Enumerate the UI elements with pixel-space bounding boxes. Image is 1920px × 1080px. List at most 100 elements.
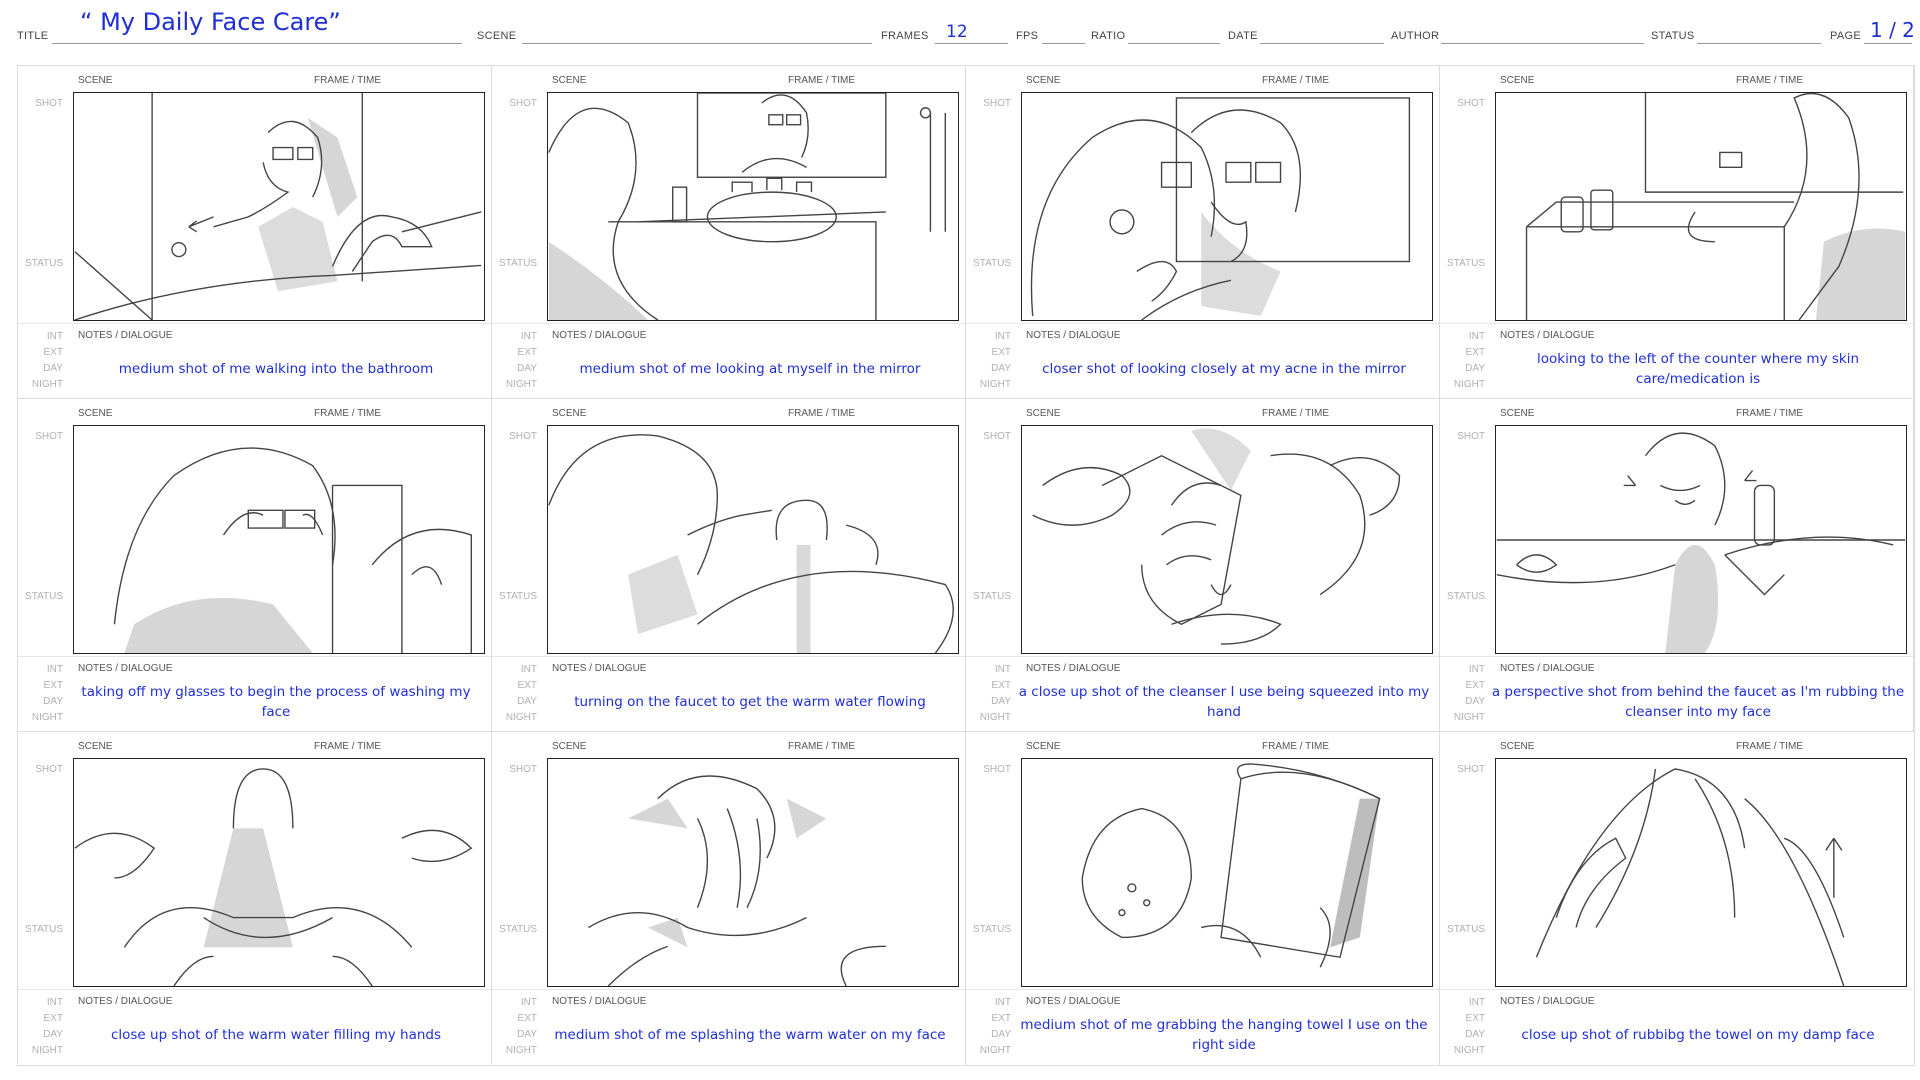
sketch-frame[interactable] bbox=[1495, 425, 1907, 654]
frame-time-label: FRAME / TIME bbox=[1262, 741, 1330, 752]
sketch-rubbing-cleanser bbox=[1496, 432, 1906, 653]
panel-3: SCENE FRAME / TIME SHOT STATUS INT EXT D… bbox=[966, 66, 1440, 399]
frame-time-label: FRAME / TIME bbox=[1736, 75, 1804, 86]
sketch-walking-into-bathroom bbox=[74, 93, 482, 320]
notes-divider bbox=[1440, 656, 1913, 657]
notes-divider bbox=[492, 989, 965, 990]
sketch-frame[interactable] bbox=[1495, 758, 1907, 987]
storyboard-header: TITLE “ My Daily Face Care” SCENE FRAMES… bbox=[0, 0, 1920, 55]
int-label: INT bbox=[1468, 331, 1485, 342]
night-label: NIGHT bbox=[505, 712, 537, 723]
scene-label: SCENE bbox=[552, 75, 587, 86]
ext-label: EXT bbox=[1465, 680, 1485, 691]
ext-label: EXT bbox=[991, 1013, 1011, 1024]
sketch-counter-products bbox=[1525, 93, 1906, 320]
scene-label: SCENE bbox=[552, 741, 587, 752]
sketch-frame[interactable] bbox=[73, 425, 485, 654]
panel-note[interactable]: turning on the faucet to get the warm wa… bbox=[542, 677, 958, 727]
shot-label: SHOT bbox=[509, 431, 537, 442]
sketch-frame[interactable] bbox=[547, 92, 959, 321]
day-label: DAY bbox=[991, 1029, 1011, 1040]
panel-5: SCENE FRAME / TIME SHOT STATUS INT EXT D… bbox=[18, 399, 492, 732]
scene-label: SCENE bbox=[1026, 75, 1061, 86]
day-label: DAY bbox=[1465, 363, 1485, 374]
sketch-frame[interactable] bbox=[73, 758, 485, 987]
sketch-frame[interactable] bbox=[73, 92, 485, 321]
int-label: INT bbox=[520, 331, 537, 342]
panel-note[interactable]: medium shot of me grabbing the hanging t… bbox=[1016, 1010, 1432, 1060]
scene-label: SCENE bbox=[78, 741, 113, 752]
sketch-towel-on-face bbox=[1535, 768, 1845, 986]
int-label: INT bbox=[1468, 664, 1485, 675]
sketch-frame[interactable] bbox=[1021, 425, 1433, 654]
shot-label: SHOT bbox=[983, 431, 1011, 442]
panel-note[interactable]: medium shot of me walking into the bathr… bbox=[68, 344, 484, 394]
notes-label: NOTES / DIALOGUE bbox=[78, 330, 173, 341]
panel-note[interactable]: medium shot of me splashing the warm wat… bbox=[542, 1010, 958, 1060]
page-value[interactable]: 1 / 2 bbox=[1870, 18, 1915, 42]
ext-label: EXT bbox=[991, 680, 1011, 691]
int-label: INT bbox=[994, 997, 1011, 1008]
ext-label: EXT bbox=[1465, 1013, 1485, 1024]
notes-divider bbox=[492, 656, 965, 657]
status-label: STATUS bbox=[499, 591, 537, 602]
panel-note[interactable]: closer shot of looking closely at my acn… bbox=[1016, 344, 1432, 394]
frame-time-label: FRAME / TIME bbox=[1736, 741, 1804, 752]
status-label: STATUS bbox=[1447, 591, 1485, 602]
ratio-underline[interactable] bbox=[1128, 43, 1220, 44]
frame-time-label: FRAME / TIME bbox=[314, 741, 382, 752]
frames-underline bbox=[935, 43, 1008, 44]
notes-divider bbox=[18, 323, 491, 324]
notes-label: NOTES / DIALOGUE bbox=[78, 663, 173, 674]
shot-label: SHOT bbox=[509, 764, 537, 775]
panel-note[interactable]: looking to the left of the counter where… bbox=[1490, 344, 1906, 394]
panel-1: SCENE FRAME / TIME SHOT STATUS INT EXT D… bbox=[18, 66, 492, 399]
night-label: NIGHT bbox=[979, 712, 1011, 723]
ext-label: EXT bbox=[43, 680, 63, 691]
fps-label: FPS bbox=[1016, 30, 1039, 42]
panel-9: SCENE FRAME / TIME SHOT STATUS INT EXT D… bbox=[18, 732, 492, 1065]
sketch-squeezing-cleanser bbox=[1032, 428, 1401, 645]
status-label: STATUS bbox=[973, 258, 1011, 269]
panel-note[interactable]: close up shot of rubbibg the towel on my… bbox=[1490, 1010, 1906, 1060]
int-label: INT bbox=[994, 331, 1011, 342]
sketch-acne-closeup bbox=[1030, 97, 1411, 320]
status-label: STATUS bbox=[25, 258, 63, 269]
sketch-frame[interactable] bbox=[1021, 92, 1433, 321]
shot-label: SHOT bbox=[1457, 431, 1485, 442]
fps-underline[interactable] bbox=[1042, 43, 1085, 44]
title-value[interactable]: “ My Daily Face Care” bbox=[80, 8, 341, 36]
sketch-frame[interactable] bbox=[547, 758, 959, 987]
sketch-splashing-water bbox=[588, 775, 886, 986]
status-label: STATUS bbox=[499, 924, 537, 935]
shot-label: SHOT bbox=[509, 98, 537, 109]
date-underline[interactable] bbox=[1260, 43, 1384, 44]
day-label: DAY bbox=[991, 696, 1011, 707]
panel-note[interactable]: medium shot of me looking at myself in t… bbox=[542, 344, 958, 394]
shot-label: SHOT bbox=[1457, 98, 1485, 109]
frame-time-label: FRAME / TIME bbox=[788, 408, 856, 419]
author-underline[interactable] bbox=[1441, 43, 1644, 44]
scene-label: SCENE bbox=[1500, 75, 1535, 86]
panel-note[interactable]: close up shot of the warm water filling … bbox=[68, 1010, 484, 1060]
frames-value[interactable]: 12 bbox=[946, 22, 968, 42]
panel-note[interactable]: taking off my glasses to begin the proce… bbox=[68, 677, 484, 727]
int-label: INT bbox=[520, 997, 537, 1008]
panel-note[interactable]: a close up shot of the cleanser I use be… bbox=[1016, 677, 1432, 727]
panel-6: SCENE FRAME / TIME SHOT STATUS INT EXT D… bbox=[492, 399, 966, 732]
frame-time-label: FRAME / TIME bbox=[314, 408, 382, 419]
shot-label: SHOT bbox=[35, 431, 63, 442]
sketch-frame[interactable] bbox=[1495, 92, 1907, 321]
notes-label: NOTES / DIALOGUE bbox=[1500, 996, 1595, 1007]
scene-underline[interactable] bbox=[522, 43, 872, 44]
notes-label: NOTES / DIALOGUE bbox=[552, 330, 647, 341]
panel-note[interactable]: a perspective shot from behind the fauce… bbox=[1490, 677, 1906, 727]
night-label: NIGHT bbox=[31, 379, 63, 390]
sketch-frame[interactable] bbox=[547, 425, 959, 654]
night-label: NIGHT bbox=[979, 379, 1011, 390]
notes-label: NOTES / DIALOGUE bbox=[1026, 663, 1121, 674]
title-underline bbox=[52, 43, 462, 44]
sketch-frame[interactable] bbox=[1021, 758, 1433, 987]
status-underline[interactable] bbox=[1697, 43, 1821, 44]
scene-label: SCENE bbox=[78, 75, 113, 86]
